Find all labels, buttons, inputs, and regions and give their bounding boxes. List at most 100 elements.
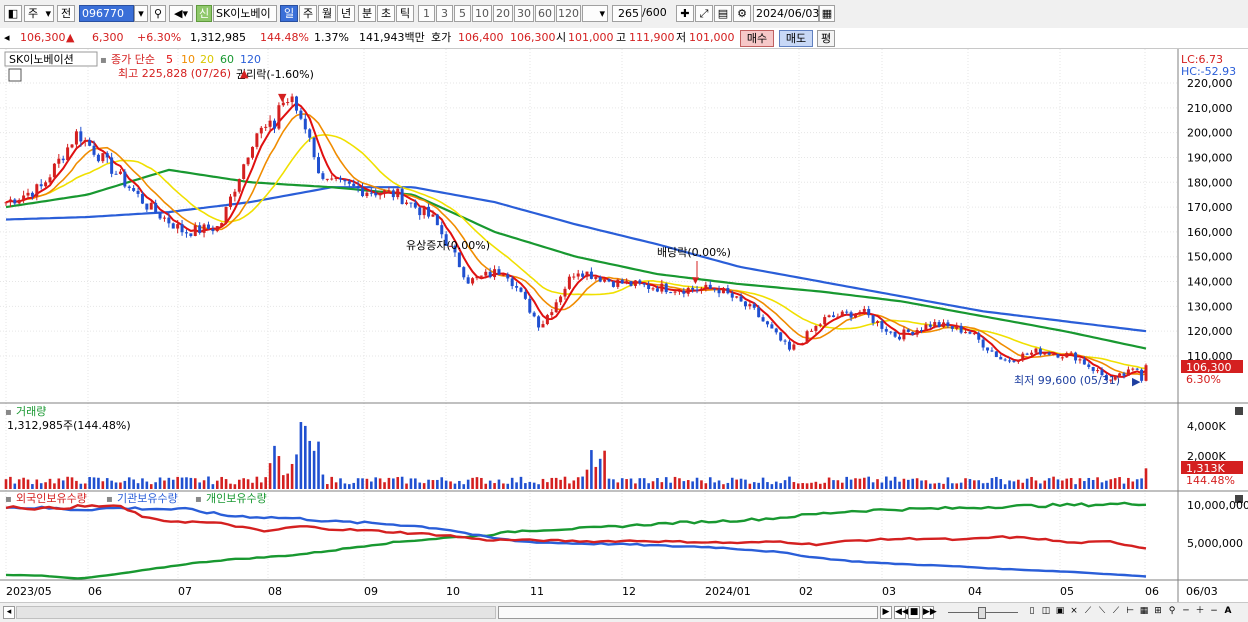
tab-year[interactable]: 년 — [337, 5, 355, 22]
stop-icon[interactable]: ■ — [908, 606, 920, 619]
tab-minute[interactable]: 분 — [358, 5, 376, 22]
candle-body — [567, 276, 571, 289]
text-icon[interactable]: ⊞ — [1152, 606, 1164, 619]
volume-bar — [1118, 477, 1121, 489]
candle-body — [83, 140, 87, 142]
crosshair-icon[interactable]: ✚ — [676, 5, 694, 22]
volume-bar — [220, 476, 223, 489]
buy-button[interactable]: 매수 — [740, 30, 774, 47]
trend-icon[interactable]: ⟋ — [1082, 606, 1094, 619]
code-dropdown-icon[interactable]: ▾ — [134, 5, 148, 22]
settings-dots-icon[interactable]: ▪ — [100, 55, 107, 66]
candle-body — [603, 279, 607, 282]
search-icon[interactable]: ⚲ — [150, 5, 166, 22]
volume-bar — [1135, 479, 1139, 489]
candle-body — [1122, 373, 1126, 376]
gear-icon[interactable]: ⚙ — [733, 5, 751, 22]
fib-icon[interactable]: ⟍ — [1096, 606, 1108, 619]
draw-line-icon[interactable]: ⤢ — [695, 5, 713, 22]
table-icon[interactable]: ▦ — [1138, 606, 1150, 619]
volume-bar — [885, 476, 888, 489]
candle-body — [352, 183, 356, 187]
zoom-in-icon[interactable]: ＋ — [1194, 606, 1206, 619]
candle-body — [721, 288, 725, 294]
slider-handle[interactable] — [978, 607, 986, 619]
volume-bar — [1078, 478, 1082, 489]
expand-icon[interactable]: ◂ — [4, 30, 14, 46]
candle-body — [127, 186, 131, 189]
num-20[interactable]: 20 — [493, 5, 513, 22]
bottom-scrollbar[interactable]: ◂ ▶ ◀◀ ■ ▶▶ ▯ ◫ ▣ ⨯ ⟋ ⟍ ⟋ ⊢ ▦ ⊞ ⚲ ─ ＋ − … — [0, 602, 1248, 622]
stock-name-field[interactable]: SK이노베이 — [213, 5, 277, 22]
zoom-out-icon[interactable]: ─ — [1180, 606, 1192, 619]
num-120[interactable]: 120 — [556, 5, 581, 22]
volume-bar — [893, 476, 897, 489]
close-icon[interactable] — [1235, 407, 1243, 415]
price-chart[interactable]: SK이노베이션 ▪ 종가 단순 5 10 20 60 120 최고 225,82… — [0, 49, 1248, 603]
scroll-thumb[interactable] — [498, 606, 878, 619]
date-input[interactable]: 2024/06/03 — [753, 5, 819, 22]
volume-bar — [189, 477, 193, 489]
new-badge[interactable]: 신 — [196, 5, 212, 22]
fast-forward-icon[interactable]: ▶▶ — [922, 606, 937, 619]
ruler-icon[interactable]: ⊢ — [1124, 606, 1136, 619]
candle-body — [1021, 353, 1025, 361]
tab-month[interactable]: 월 — [318, 5, 336, 22]
zoom-out-icon[interactable]: − — [1208, 606, 1220, 619]
volume-bar — [224, 479, 228, 489]
candle-body — [1052, 353, 1056, 355]
auto-scale-icon[interactable]: A — [1222, 606, 1234, 619]
volume-bar — [339, 478, 342, 489]
trend-icon[interactable]: ⟋ — [1110, 606, 1122, 619]
eval-button[interactable]: 평 — [817, 30, 835, 47]
num-3[interactable]: 3 — [436, 5, 453, 22]
compare-icon[interactable]: ▣ — [1054, 606, 1066, 619]
ex-rights-arrow-icon: ▼ — [278, 91, 287, 104]
count-input[interactable]: 265 — [612, 5, 642, 22]
candle-body — [497, 269, 501, 275]
rewind-icon[interactable]: ◀◀ — [894, 606, 909, 619]
save-icon[interactable]: ▤ — [714, 5, 732, 22]
volume-bar — [761, 477, 765, 489]
volume-bar — [1065, 478, 1069, 489]
tab-week[interactable]: 주 — [299, 5, 317, 22]
calendar-icon[interactable]: ▦ — [819, 5, 835, 22]
prev-button[interactable]: 전 — [57, 5, 75, 22]
stock-code-input[interactable]: 096770 — [79, 5, 134, 22]
menu-icon[interactable]: ◧ — [4, 5, 22, 22]
tab-day[interactable]: 일 — [280, 5, 298, 22]
num-5[interactable]: 5 — [454, 5, 471, 22]
speaker-icon[interactable]: ◀▾ — [169, 5, 193, 22]
candle-body — [52, 163, 56, 178]
settings-dots-icon[interactable]: ▪ — [5, 494, 12, 505]
indicator-icon[interactable]: ◫ — [1040, 606, 1052, 619]
scroll-track[interactable] — [16, 606, 496, 619]
num-10[interactable]: 10 — [472, 5, 492, 22]
num-60[interactable]: 60 — [535, 5, 555, 22]
candle-body — [713, 288, 717, 290]
volume-bar — [39, 483, 43, 489]
settings-dots-icon[interactable]: ▪ — [106, 494, 113, 505]
num-dropdown[interactable]: ▾ — [582, 5, 608, 22]
candle-body — [427, 206, 431, 217]
sell-button[interactable]: 매도 — [779, 30, 813, 47]
candle-body — [303, 118, 307, 130]
tab-second[interactable]: 초 — [377, 5, 395, 22]
volume-bar — [744, 479, 747, 489]
search-icon[interactable]: ⚲ — [1166, 606, 1178, 619]
pattern-icon[interactable]: ⨯ — [1068, 606, 1080, 619]
num-1[interactable]: 1 — [418, 5, 435, 22]
period-select[interactable]: 주 ▾ — [24, 5, 54, 22]
play-icon[interactable]: ▶ — [880, 606, 892, 619]
num-30[interactable]: 30 — [514, 5, 534, 22]
scroll-left-icon[interactable]: ◂ — [3, 606, 15, 619]
settings-dots-icon[interactable]: ▪ — [195, 494, 202, 505]
table-icon[interactable] — [8, 68, 22, 82]
speed-slider[interactable] — [948, 606, 1018, 619]
candle-body — [1091, 366, 1095, 371]
tab-tick[interactable]: 틱 — [396, 5, 414, 22]
settings-dots-icon[interactable]: ▪ — [5, 407, 12, 418]
price-tick-label: 200,000 — [1187, 127, 1233, 140]
volume-value: 1,312,985 — [190, 31, 246, 44]
candle-type-icon[interactable]: ▯ — [1026, 606, 1038, 619]
